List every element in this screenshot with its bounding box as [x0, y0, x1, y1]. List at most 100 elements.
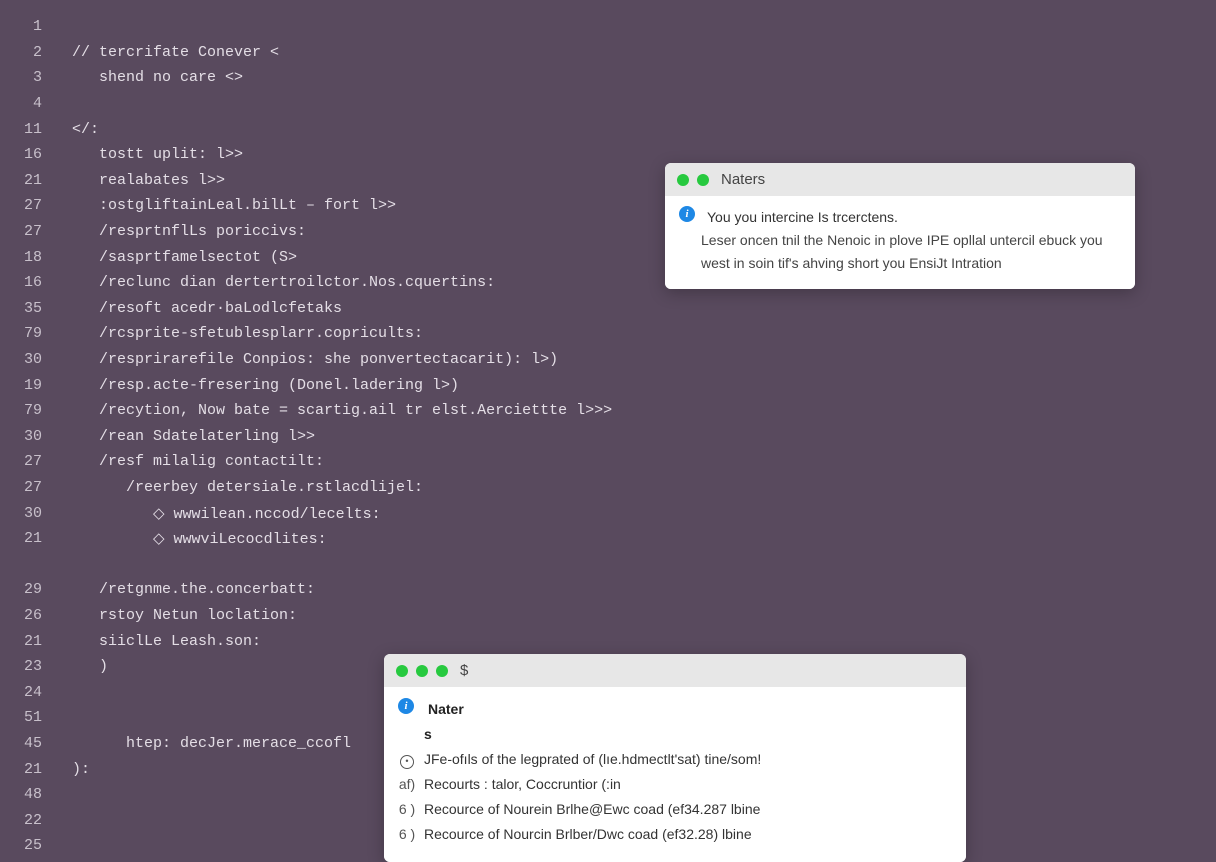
code-text[interactable]: /sasprtfamelsectot (S> — [50, 249, 297, 266]
line-number: 27 — [0, 479, 50, 496]
line-number: 18 — [0, 249, 50, 266]
terminal-body: i Nater s • JFe-ofıls of the legprated o… — [384, 687, 966, 862]
terminal-line: Recource of Nourcin Brlber/Dwc coad (ef3… — [424, 823, 952, 846]
traffic-light-green-icon[interactable] — [396, 665, 408, 677]
line-number: 45 — [0, 735, 50, 752]
line-number: 19 — [0, 377, 50, 394]
line-number: 21 — [0, 172, 50, 189]
line-number: 30 — [0, 428, 50, 445]
bullet-icon: • — [398, 748, 416, 771]
line-marker: 6 ) — [398, 798, 416, 821]
code-text[interactable]: /resp.acte-fresering (Donel.ladering l>) — [50, 377, 459, 394]
info-icon: i — [679, 206, 695, 222]
code-text[interactable]: /recytion, Now bate = scartig.ail tr els… — [50, 402, 612, 419]
traffic-light-green-icon[interactable] — [697, 174, 709, 186]
code-text[interactable]: realabates l>> — [50, 172, 225, 189]
code-line[interactable]: 2// tercrifate Conever < — [0, 40, 1216, 66]
traffic-light-green-icon[interactable] — [416, 665, 428, 677]
code-line[interactable]: 4 — [0, 91, 1216, 117]
code-text[interactable]: rstoy Netun loclation: — [50, 607, 297, 624]
code-text[interactable]: ◇ wwwviLecocdlites: — [50, 529, 327, 548]
line-marker: 6 ) — [398, 823, 416, 846]
code-text[interactable]: /reclunc dian dertertroilctor.Nos.cquert… — [50, 274, 495, 291]
code-text[interactable]: tostt uplit: l>> — [50, 146, 243, 163]
line-number: 23 — [0, 658, 50, 675]
info-icon: i — [398, 698, 414, 714]
popup-message-detail: Leser oncen tnil the Nenoic in plove IPE… — [679, 229, 1121, 275]
code-text[interactable]: // tercrifate Conever < — [50, 44, 279, 61]
traffic-light-green-icon[interactable] — [677, 174, 689, 186]
code-text[interactable]: /retgnme.the.concerbatt: — [50, 581, 315, 598]
terminal-line: JFe-ofıls of the legprated of (lıe.hdmec… — [424, 748, 952, 771]
line-number: 22 — [0, 812, 50, 829]
code-text[interactable]: /resoft acedr·baLodlcfetaks — [50, 300, 342, 317]
code-text[interactable]: ) — [50, 658, 108, 675]
code-text[interactable]: htep: decJer.merace_ccofl — [50, 735, 351, 752]
code-line[interactable] — [0, 551, 1216, 577]
terminal-prompt: $ — [460, 662, 468, 679]
line-number: 4 — [0, 95, 50, 112]
line-number: 51 — [0, 709, 50, 726]
code-line[interactable]: 11</: — [0, 116, 1216, 142]
line-number: 27 — [0, 223, 50, 240]
code-line[interactable]: 30 ◇ wwwilean.nccod/lecelts: — [0, 500, 1216, 526]
line-number: 27 — [0, 197, 50, 214]
line-number: 1 — [0, 18, 50, 35]
code-text[interactable]: ◇ wwwilean.nccod/lecelts: — [50, 504, 381, 523]
code-text[interactable]: shend no care <> — [50, 69, 243, 86]
line-number: 30 — [0, 351, 50, 368]
code-text[interactable]: /rean Sdatelaterling l>> — [50, 428, 315, 445]
code-line[interactable]: 3 shend no care <> — [0, 65, 1216, 91]
code-text[interactable]: /resf milalig contactilt: — [50, 453, 324, 470]
line-marker: af) — [398, 773, 416, 796]
terminal-heading: Nater — [428, 698, 952, 721]
code-line[interactable]: 19 /resp.acte-fresering (Donel.ladering … — [0, 372, 1216, 398]
code-text[interactable]: </: — [50, 121, 99, 138]
code-line[interactable]: 26 rstoy Netun loclation: — [0, 603, 1216, 629]
code-line[interactable]: 1 — [0, 14, 1216, 40]
line-number: 21 — [0, 530, 50, 547]
code-line[interactable]: 27 /resf milalig contactilt: — [0, 449, 1216, 475]
popup-title: Naters — [721, 171, 765, 188]
code-line[interactable]: 30 /resprirarefile Conpios: she ponverte… — [0, 347, 1216, 373]
code-text[interactable]: /resprirarefile Conpios: she ponvertecta… — [50, 351, 558, 368]
code-text[interactable]: ): — [50, 761, 90, 778]
line-number: 21 — [0, 633, 50, 650]
line-number: 29 — [0, 581, 50, 598]
popup-titlebar[interactable]: $ — [384, 654, 966, 687]
line-number: 2 — [0, 44, 50, 61]
code-line[interactable]: 27 /reerbey detersiale.rstlacdlijel: — [0, 475, 1216, 501]
line-number: 21 — [0, 761, 50, 778]
line-number: 24 — [0, 684, 50, 701]
code-line[interactable]: 30 /rean Sdatelaterling l>> — [0, 424, 1216, 450]
code-line[interactable]: 35 /resoft acedr·baLodlcfetaks — [0, 296, 1216, 322]
code-line[interactable]: 79 /rcsprite-sfetublesplarr.copricults: — [0, 321, 1216, 347]
line-number: 16 — [0, 146, 50, 163]
terminal-line: Recourts : talor, Coccruntior (:in — [424, 773, 952, 796]
traffic-light-green-icon[interactable] — [436, 665, 448, 677]
code-line[interactable]: 79 /recytion, Now bate = scartig.ail tr … — [0, 398, 1216, 424]
code-text[interactable]: :ostgliftainLeal.bilLt – fort l>> — [50, 197, 396, 214]
code-line[interactable]: 21 ◇ wwwviLecocdlites: — [0, 526, 1216, 552]
popup-titlebar[interactable]: Naters — [665, 163, 1135, 196]
code-line[interactable]: 21 siiclLe Leash.son: — [0, 628, 1216, 654]
line-number: 3 — [0, 69, 50, 86]
code-line[interactable]: 29 /retgnme.the.concerbatt: — [0, 577, 1216, 603]
terminal-popup: $ i Nater s • JFe-ofıls of the legprated… — [384, 654, 966, 862]
code-text[interactable]: /reerbey detersiale.rstlacdlijel: — [50, 479, 423, 496]
line-number: 26 — [0, 607, 50, 624]
popup-message-line: You you intercine Is trcerctens. — [707, 206, 1121, 229]
code-text[interactable]: /rcsprite-sfetublesplarr.copricults: — [50, 325, 423, 342]
line-number: 11 — [0, 121, 50, 138]
line-number: 27 — [0, 453, 50, 470]
code-text[interactable]: /resprtnflLs poriccivs: — [50, 223, 306, 240]
line-number: 79 — [0, 325, 50, 342]
line-number: 48 — [0, 786, 50, 803]
terminal-line: Recource of Nourein Brlhe@Ewc coad (ef34… — [424, 798, 952, 821]
notification-popup: Naters i You you intercine Is trcerctens… — [665, 163, 1135, 289]
terminal-heading-cont: s — [424, 723, 952, 746]
line-number: 30 — [0, 505, 50, 522]
popup-body: i You you intercine Is trcerctens. Leser… — [665, 196, 1135, 289]
code-text[interactable]: siiclLe Leash.son: — [50, 633, 261, 650]
line-number: 25 — [0, 837, 50, 854]
